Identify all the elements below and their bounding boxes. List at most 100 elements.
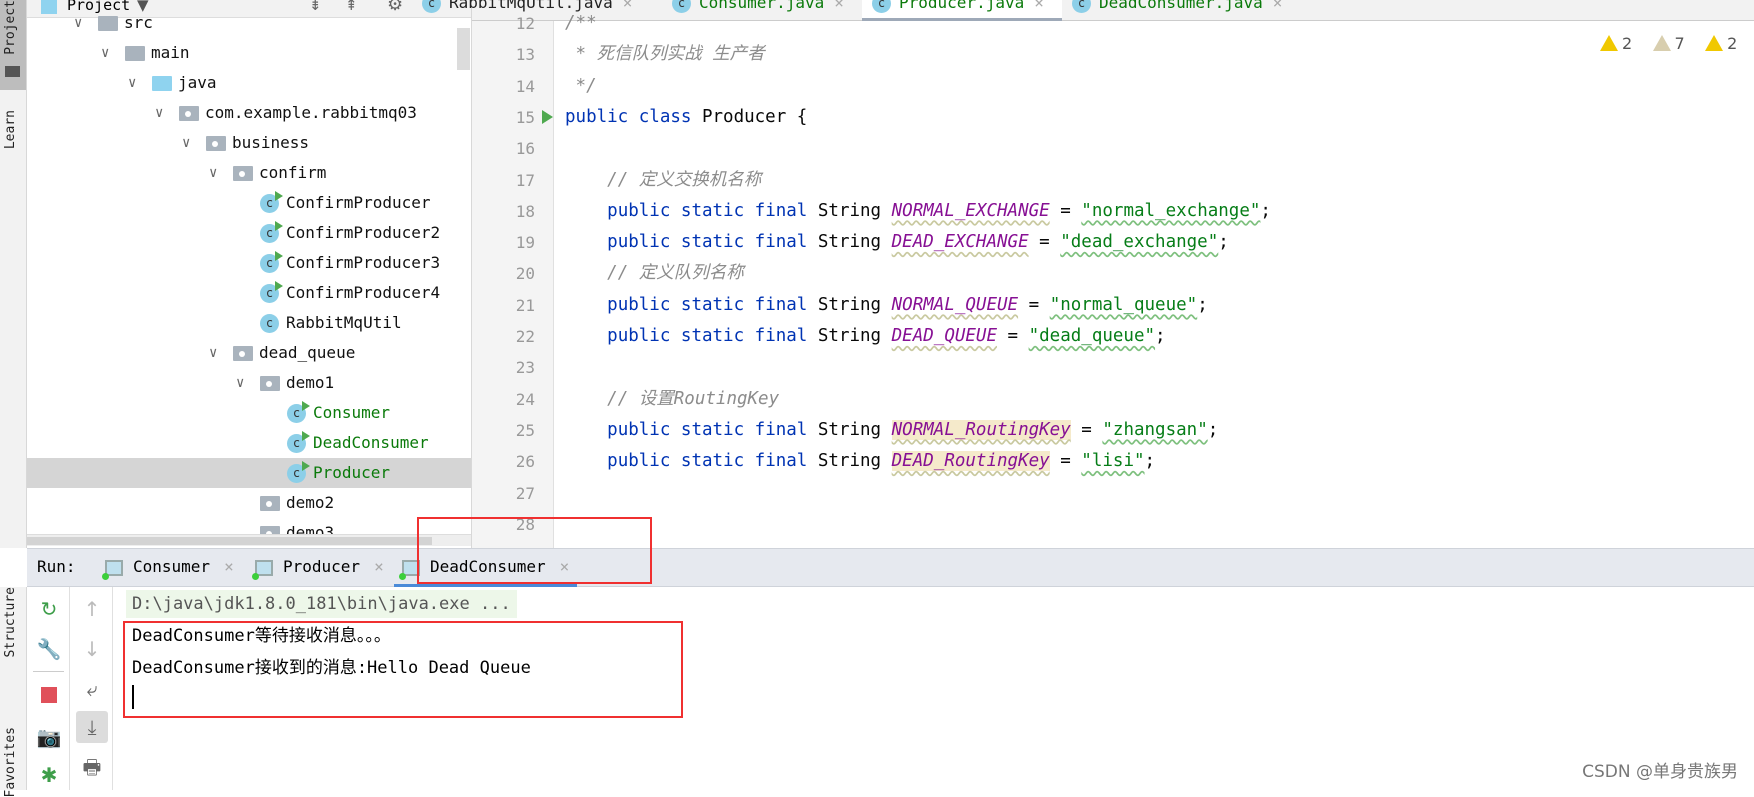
close-icon[interactable]: × [374, 557, 384, 576]
code-token: public static final [607, 326, 818, 346]
code-token: // 定义队列名称 [607, 263, 744, 284]
code-token: "normal_queue" [1049, 294, 1198, 315]
tree-vertical-scrollbar[interactable] [457, 28, 470, 70]
editor-tab[interactable]: c DeadConsumer.java × [1062, 0, 1282, 21]
code-line: public static final String DEAD_RoutingK… [565, 446, 1155, 477]
editor-tab-label: Consumer.java [699, 0, 825, 12]
tree-item[interactable]: c ConfirmProducer3 [27, 248, 471, 278]
tree-item[interactable]: c Producer [27, 458, 471, 488]
code-token: = [1049, 200, 1082, 221]
line-number: 25 [515, 420, 535, 440]
close-icon[interactable]: × [1273, 0, 1283, 12]
tree-horizontal-scrollbar[interactable] [27, 534, 471, 546]
tree-item[interactable]: ∨ confirm [27, 158, 471, 188]
package-icon [179, 106, 199, 121]
arrow-down-icon[interactable]: ↓ [78, 635, 106, 663]
chevron-down-icon[interactable]: ∨ [182, 128, 196, 158]
code-token: // 设置RoutingKey [607, 388, 780, 409]
line-number: 15 [515, 107, 535, 127]
class-icon: c [1072, 0, 1091, 13]
editor-tab-label: Producer.java [899, 0, 1025, 12]
code-token: Producer [701, 106, 787, 127]
package-icon [260, 376, 280, 391]
learn-tool-tab[interactable]: Learn [0, 110, 26, 170]
structure-tool-tab[interactable]: Structure [0, 587, 26, 687]
code-token: "zhangsan" [1102, 419, 1208, 440]
run-gutter-icon[interactable] [542, 109, 553, 124]
package-icon [233, 166, 253, 181]
code-token: NORMAL_EXCHANGE [891, 200, 1050, 221]
tree-item[interactable]: ∨ demo1 [27, 368, 471, 398]
code-line: // 定义队列名称 [565, 258, 744, 289]
soft-wrap-icon[interactable]: ⤶ [78, 675, 106, 703]
line-number: 22 [515, 327, 535, 346]
chevron-down-icon[interactable]: ∨ [128, 68, 142, 98]
tree-item[interactable]: c DeadConsumer [27, 428, 471, 458]
chevron-down-icon[interactable]: ∨ [74, 8, 88, 38]
tree-item[interactable]: demo2 [27, 488, 471, 518]
tree-item-label: demo1 [286, 373, 335, 392]
highlight-box-tab [417, 517, 652, 584]
code-token: { [786, 106, 808, 127]
chevron-down-icon[interactable]: ∨ [209, 158, 223, 188]
typo-count: 2 [1727, 34, 1738, 53]
tree-item[interactable]: c ConfirmProducer [27, 188, 471, 218]
close-icon[interactable]: × [1034, 0, 1044, 12]
camera-icon[interactable]: 📷 [35, 723, 63, 751]
highlight-box-output [123, 621, 683, 718]
close-icon[interactable]: × [623, 0, 633, 12]
run-tab[interactable]: Producer × [247, 549, 392, 587]
scroll-to-end-icon[interactable]: ⤓ [76, 711, 108, 743]
tree-item-label: business [232, 133, 310, 152]
inspection-widget[interactable]: 2 7 2 ✔ [1600, 30, 1754, 54]
tree-item[interactable]: ∨ dead_queue [27, 338, 471, 368]
arrow-up-icon[interactable]: ↑ [78, 595, 106, 623]
code-token: String [817, 326, 892, 346]
run-tab-label: Consumer [133, 557, 211, 576]
editor-tab[interactable]: c RabbitMqUtil.java × [412, 0, 662, 21]
tree-item[interactable]: ∨ business [27, 128, 471, 158]
tree-item[interactable]: ∨ src [27, 8, 471, 38]
code-line: public class Producer { [565, 102, 807, 133]
close-icon[interactable]: × [834, 0, 844, 12]
code-token: public static final [607, 451, 818, 472]
editor-tab[interactable]: c Consumer.java × [662, 0, 862, 21]
wrench-icon[interactable]: 🔧 [35, 635, 63, 663]
weak-warning-count: 7 [1674, 34, 1685, 53]
code-token: NORMAL_RoutingKey [891, 419, 1071, 440]
favorites-tool-tab[interactable]: Favorites [0, 727, 26, 797]
code-token: ; [1197, 294, 1208, 315]
editor-tab[interactable]: c Producer.java × [862, 0, 1062, 21]
code-token: String [817, 451, 892, 472]
code-line: public static final String NORMAL_EXCHAN… [565, 196, 1271, 227]
rerun-icon[interactable]: ↻ [35, 595, 63, 623]
tree-item[interactable]: ∨ com.example.rabbitmq03 [27, 98, 471, 128]
line-number: 19 [515, 233, 535, 253]
tree-item[interactable]: c RabbitMqUtil [27, 308, 471, 338]
tree-item[interactable]: c ConfirmProducer2 [27, 218, 471, 248]
chevron-down-icon[interactable]: ∨ [209, 338, 223, 368]
class-icon: c [672, 0, 691, 13]
left-tool-strip-bottom: Structure Favorites [0, 587, 27, 797]
line-number: 20 [515, 264, 535, 284]
code-token: NORMAL_QUEUE [891, 294, 1019, 315]
tree-item[interactable]: c Consumer [27, 398, 471, 428]
editor-tab-bar: c RabbitMqUtil.java × c Consumer.java × c Produ… [422, 0, 1754, 21]
chevron-down-icon[interactable]: ∨ [155, 98, 169, 128]
debug-icon[interactable]: ✱ [35, 761, 63, 789]
print-icon[interactable]: 🖶 [78, 753, 106, 781]
stop-icon[interactable] [41, 687, 57, 703]
run-tab[interactable]: Consumer × [97, 549, 242, 587]
runnable-class-icon: c [260, 251, 283, 273]
tree-item[interactable]: ∨ java [27, 68, 471, 98]
close-icon[interactable]: × [224, 557, 234, 576]
chevron-down-icon[interactable]: ∨ [236, 368, 250, 398]
tree-item-label: ConfirmProducer2 [286, 223, 441, 242]
code-token: public static final [607, 419, 818, 440]
chevron-down-icon[interactable]: ∨ [101, 38, 115, 68]
tree-item[interactable]: ∨ main [27, 38, 471, 68]
tree-item[interactable]: c ConfirmProducer4 [27, 278, 471, 308]
